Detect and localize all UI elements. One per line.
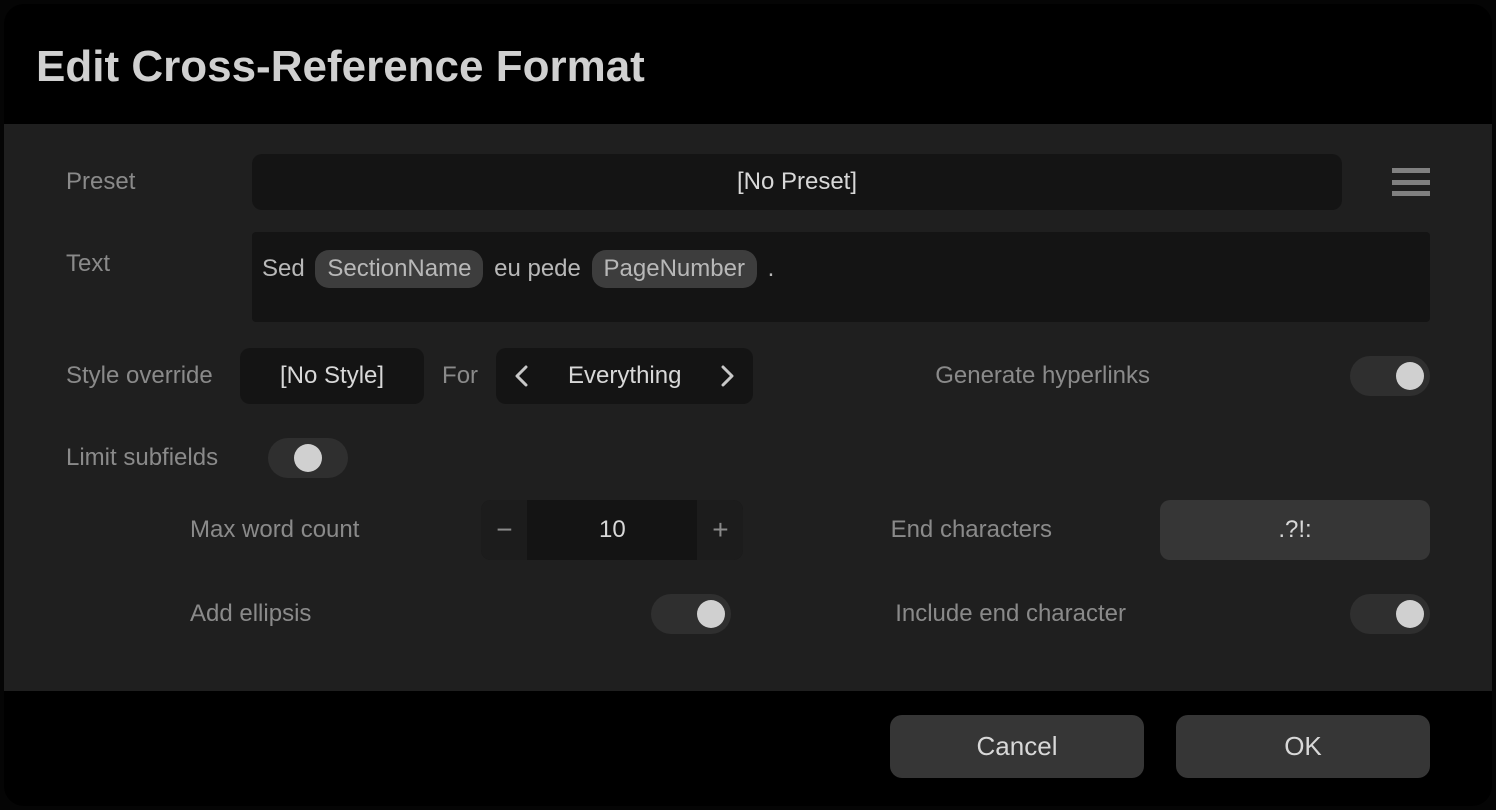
preset-row: Preset [No Preset]	[66, 154, 1430, 210]
toggle-knob	[1396, 362, 1424, 390]
stepper-minus-button[interactable]: −	[481, 500, 527, 560]
limit-subfields-toggle[interactable]	[268, 438, 348, 478]
limit-subfields-label: Limit subfields	[66, 444, 218, 472]
chevron-left-icon	[514, 365, 528, 387]
text-segment: Sed	[262, 255, 311, 282]
chevron-right-icon	[721, 365, 735, 387]
bottom-toggles-row: Add ellipsis Include end character	[66, 594, 1430, 634]
end-characters-label: End characters	[891, 516, 1052, 544]
for-next-button[interactable]	[703, 348, 753, 404]
limit-subfields-row: Limit subfields	[66, 438, 1430, 478]
add-ellipsis-toggle[interactable]	[651, 594, 731, 634]
add-ellipsis-label: Add ellipsis	[190, 600, 311, 628]
include-end-char-group: Include end character	[895, 594, 1430, 634]
text-label: Text	[66, 232, 222, 278]
style-select[interactable]: [No Style]	[240, 348, 424, 404]
max-word-count-input[interactable]	[527, 500, 697, 560]
text-segment: eu pede	[487, 255, 587, 282]
ok-button[interactable]: OK	[1176, 715, 1430, 778]
max-word-count-stepper: − +	[481, 500, 743, 560]
style-override-label: Style override	[66, 362, 222, 390]
toggle-knob	[294, 444, 322, 472]
dialog-title: Edit Cross-Reference Format	[36, 42, 1460, 92]
sectionname-token[interactable]: SectionName	[315, 250, 483, 288]
include-end-char-toggle[interactable]	[1350, 594, 1430, 634]
for-nav-group: Everything	[496, 348, 753, 404]
for-label: For	[442, 362, 478, 390]
toggle-knob	[697, 600, 725, 628]
pagenumber-token[interactable]: PageNumber	[592, 250, 757, 288]
max-word-count-row: Max word count − + End characters	[66, 500, 1430, 560]
style-row: Style override [No Style] For Everything…	[66, 348, 1430, 404]
text-editor[interactable]: Sed SectionName eu pede PageNumber .	[252, 232, 1430, 322]
hyperlinks-group: Generate hyperlinks	[935, 356, 1430, 396]
for-prev-button[interactable]	[496, 348, 546, 404]
add-ellipsis-group: Add ellipsis	[190, 594, 731, 634]
hamburger-icon[interactable]	[1392, 168, 1430, 196]
cancel-button[interactable]: Cancel	[890, 715, 1144, 778]
dialog-header: Edit Cross-Reference Format	[4, 4, 1492, 124]
end-chars-group: End characters	[891, 500, 1430, 560]
for-value: Everything	[546, 348, 703, 404]
hyperlinks-label: Generate hyperlinks	[935, 362, 1150, 390]
edit-crossref-dialog: Edit Cross-Reference Format Preset [No P…	[4, 4, 1492, 806]
max-word-count-label: Max word count	[190, 516, 359, 544]
end-characters-input[interactable]	[1160, 500, 1430, 560]
text-row: Text Sed SectionName eu pede PageNumber …	[66, 232, 1430, 322]
stepper-plus-button[interactable]: +	[697, 500, 743, 560]
toggle-knob	[1396, 600, 1424, 628]
dialog-footer: Cancel OK	[4, 691, 1492, 806]
dialog-body: Preset [No Preset] Text Sed SectionName …	[4, 124, 1492, 691]
include-end-char-label: Include end character	[895, 600, 1126, 628]
preset-label: Preset	[66, 168, 222, 196]
text-segment: .	[761, 255, 774, 282]
preset-select[interactable]: [No Preset]	[252, 154, 1342, 210]
hyperlinks-toggle[interactable]	[1350, 356, 1430, 396]
